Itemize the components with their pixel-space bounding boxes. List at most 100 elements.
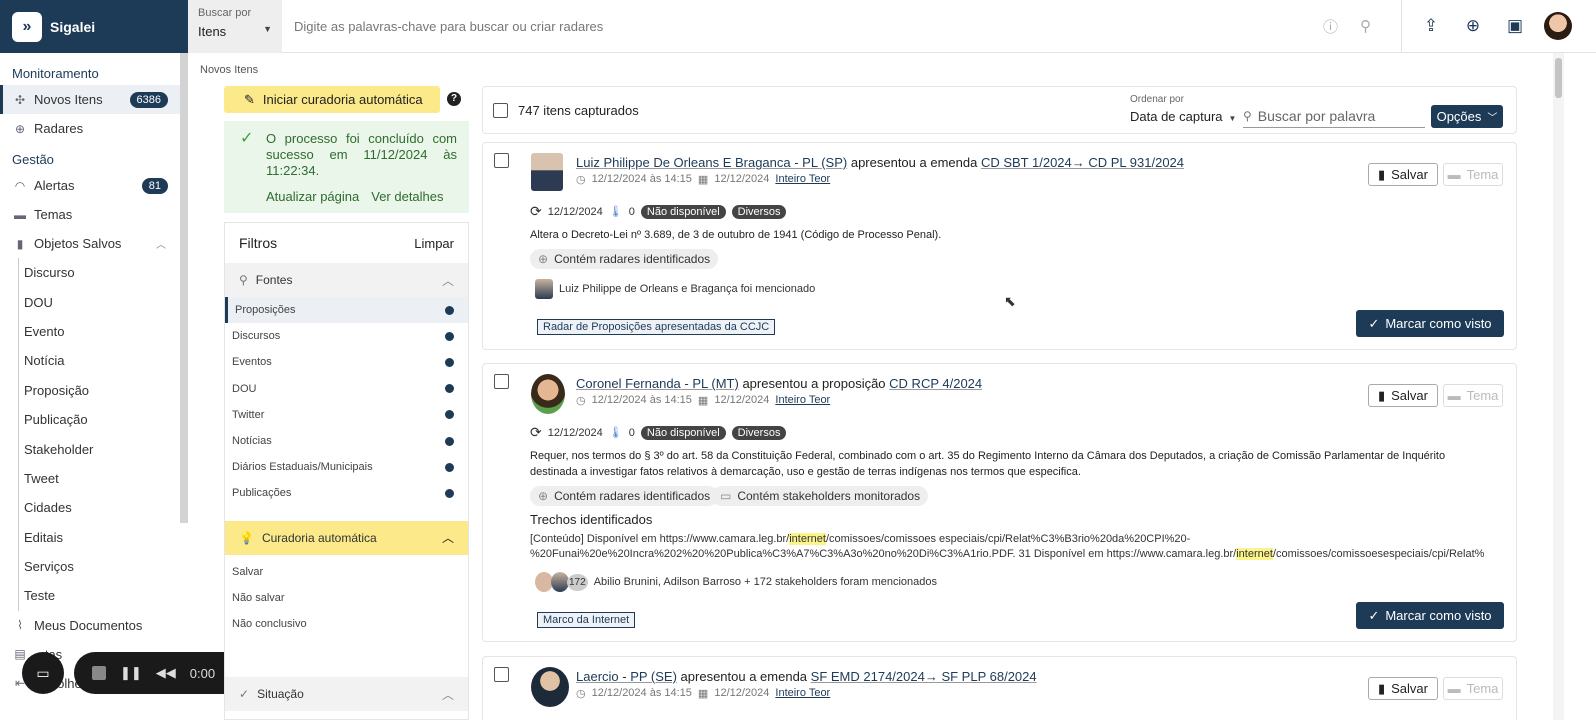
author-link[interactable]: Laercio - PP (SE) bbox=[576, 669, 677, 684]
filter-option-label: Diários Estaduais/Municipais bbox=[232, 461, 373, 474]
sidebar-subitem[interactable]: Teste bbox=[18, 581, 180, 611]
clock-icon: ◷ bbox=[576, 174, 586, 186]
full-text-link[interactable]: Inteiro Teor bbox=[775, 394, 830, 407]
filter-option[interactable]: Diários Estaduais/Municipais bbox=[225, 454, 468, 480]
filter-option-label: Não salvar bbox=[232, 591, 285, 604]
mark-as-seen-button[interactable]: ✓ Marcar como visto bbox=[1356, 310, 1504, 337]
filter-option[interactable]: Publicações bbox=[225, 480, 468, 506]
filter-option[interactable]: Eventos bbox=[225, 349, 468, 375]
mark-as-seen-label: Marcar como visto bbox=[1385, 608, 1492, 623]
word-search-placeholder: Buscar por palavra bbox=[1257, 107, 1376, 124]
main-scrollbar[interactable] bbox=[1553, 53, 1564, 720]
id-card-icon: ▭ bbox=[720, 489, 732, 503]
theme-label: Tema bbox=[1466, 681, 1499, 696]
help-icon[interactable]: ? bbox=[447, 92, 461, 106]
select-all-checkbox[interactable] bbox=[493, 102, 508, 118]
author-photo bbox=[531, 153, 563, 191]
filter-option[interactable]: Salvar bbox=[225, 559, 468, 585]
author-link[interactable]: Luiz Philippe De Orleans E Braganca - PL… bbox=[576, 155, 847, 170]
user-avatar[interactable] bbox=[1544, 12, 1572, 40]
search-scope-label: Buscar por bbox=[198, 6, 252, 19]
radar-tag[interactable]: Radar de Proposições apresentadas da CCJ… bbox=[537, 319, 776, 335]
sidebar-subitem[interactable]: Publicação bbox=[18, 404, 180, 435]
sidebar-scrollbar[interactable] bbox=[180, 53, 188, 523]
status-dot bbox=[445, 410, 454, 420]
sync-icon: ⟳ bbox=[530, 424, 542, 440]
see-details-link[interactable]: Ver detalhes bbox=[371, 189, 443, 205]
item-description: Altera o Decreto-Lei nº 3.689, de 3 de o… bbox=[530, 229, 942, 241]
sidebar-subitem[interactable]: Serviços bbox=[18, 551, 180, 582]
app-logo[interactable]: » Sigalei bbox=[0, 0, 188, 53]
filter-option[interactable]: Notícias bbox=[225, 428, 468, 454]
sort-select[interactable]: Ordenar por Data de captura ▼ bbox=[1130, 94, 1236, 124]
full-text-link[interactable]: Inteiro Teor bbox=[775, 173, 830, 186]
sidebar-subitem[interactable]: Discurso bbox=[18, 258, 180, 288]
camera-icon[interactable]: ▭ bbox=[22, 652, 64, 694]
filters-title: Filtros bbox=[239, 235, 278, 251]
filter-option[interactable]: Não conclusivo bbox=[225, 611, 468, 637]
mark-as-seen-button[interactable]: ✓ Marcar como visto bbox=[1356, 602, 1504, 629]
sidebar-item-radares[interactable]: ⊕ Radares bbox=[0, 114, 180, 143]
chat-icon[interactable]: ▣ bbox=[1504, 15, 1526, 37]
sidebar-subitem[interactable]: Editais bbox=[18, 522, 180, 552]
scrollbar-thumb[interactable] bbox=[1555, 58, 1562, 98]
item-checkbox[interactable] bbox=[494, 374, 509, 389]
item-checkbox[interactable] bbox=[494, 667, 509, 682]
filter-section-fontes[interactable]: ⚲ Fontes ︿ bbox=[225, 263, 468, 297]
stop-icon[interactable] bbox=[92, 666, 106, 680]
theme-button[interactable]: ▬ Tema bbox=[1443, 677, 1503, 700]
search-scope-select[interactable]: Buscar por Itens ▼ bbox=[188, 0, 282, 53]
refresh-page-link[interactable]: Atualizar página bbox=[266, 189, 359, 205]
add-circle-icon[interactable]: ⊕ bbox=[1462, 15, 1484, 37]
filter-option[interactable]: Discursos bbox=[225, 323, 468, 349]
search-icon[interactable]: ⚲ bbox=[1360, 17, 1371, 35]
filter-option[interactable]: DOU bbox=[225, 376, 468, 402]
sidebar-subitem[interactable]: Cidades bbox=[18, 493, 180, 523]
sidebar-subitem[interactable]: Notícia bbox=[18, 346, 180, 376]
item-card: Luiz Philippe De Orleans E Braganca - PL… bbox=[482, 142, 1517, 350]
sidebar-subitem[interactable]: Evento bbox=[18, 316, 180, 347]
sidebar-subitem[interactable]: DOU bbox=[18, 287, 180, 317]
reference-link[interactable]: SF EMD 2174/2024→ SF PLP 68/2024 bbox=[811, 669, 1037, 684]
word-search-input[interactable]: ⚲ Buscar por palavra bbox=[1243, 104, 1425, 128]
filter-option-label: Twitter bbox=[232, 408, 265, 421]
filter-option-label: Não conclusivo bbox=[232, 617, 307, 630]
reference-link[interactable]: CD SBT 1/2024→ CD PL 931/2024 bbox=[981, 155, 1184, 170]
sidebar-item-alertas[interactable]: ◠ Alertas 81 bbox=[0, 171, 180, 200]
reference-link[interactable]: CD RCP 4/2024 bbox=[889, 376, 982, 391]
upgrade-icon[interactable]: ⇪ bbox=[1420, 15, 1442, 37]
sidebar-item-objetos-salvos[interactable]: ▮ Objetos Salvos ︿ bbox=[0, 229, 180, 258]
rewind-icon[interactable]: ◀◀ bbox=[156, 665, 176, 681]
filter-option[interactable]: Proposições bbox=[225, 297, 468, 324]
search-scope-value: Itens bbox=[198, 23, 227, 39]
sidebar-subitem[interactable]: Proposição bbox=[18, 375, 180, 405]
sidebar-subitem[interactable]: Stakeholder bbox=[18, 434, 180, 464]
sidebar-item-temas[interactable]: ▬ Temas bbox=[0, 200, 180, 229]
status-dot bbox=[445, 462, 454, 472]
filter-option[interactable]: Twitter bbox=[225, 402, 468, 428]
bookmark-icon: ▮ bbox=[1377, 680, 1386, 696]
filter-option[interactable]: Não salvar bbox=[225, 585, 468, 611]
item-card: Coronel Fernanda - PL (MT) apresentou a … bbox=[482, 363, 1517, 642]
filter-section-situacao[interactable]: ✓ Situação ︿ bbox=[225, 677, 468, 712]
save-button[interactable]: ▮ Salvar bbox=[1368, 163, 1438, 186]
pause-icon[interactable]: ❚❚ bbox=[120, 665, 142, 681]
sidebar-item-meus-documentos[interactable]: ⌇ Meus Documentos bbox=[0, 611, 180, 640]
sidebar-subitem[interactable]: Tweet bbox=[18, 463, 180, 494]
author-link[interactable]: Coronel Fernanda - PL (MT) bbox=[576, 376, 739, 391]
theme-button[interactable]: ▬ Tema bbox=[1443, 384, 1503, 407]
theme-button[interactable]: ▬ Tema bbox=[1443, 163, 1503, 186]
info-icon[interactable]: ⓘ bbox=[1323, 16, 1338, 37]
save-button[interactable]: ▮ Salvar bbox=[1368, 384, 1438, 407]
start-curation-button[interactable]: ✎ Iniciar curadoria automática bbox=[224, 86, 440, 113]
chip-label: Contém radares identificados bbox=[554, 252, 711, 266]
sidebar-item-novos-itens[interactable]: ✣ Novos Itens 6386 bbox=[0, 85, 180, 114]
clear-filters-button[interactable]: Limpar bbox=[414, 236, 454, 251]
search-input[interactable] bbox=[282, 0, 1323, 53]
filter-section-curadoria[interactable]: 💡 Curadoria automática ︿ bbox=[225, 520, 468, 555]
radar-tag[interactable]: Marco da Internet bbox=[537, 612, 636, 628]
save-button[interactable]: ▮ Salvar bbox=[1368, 677, 1438, 700]
full-text-link[interactable]: Inteiro Teor bbox=[775, 687, 830, 700]
options-button[interactable]: Opções ﹀ bbox=[1431, 105, 1503, 128]
item-checkbox[interactable] bbox=[494, 153, 509, 168]
